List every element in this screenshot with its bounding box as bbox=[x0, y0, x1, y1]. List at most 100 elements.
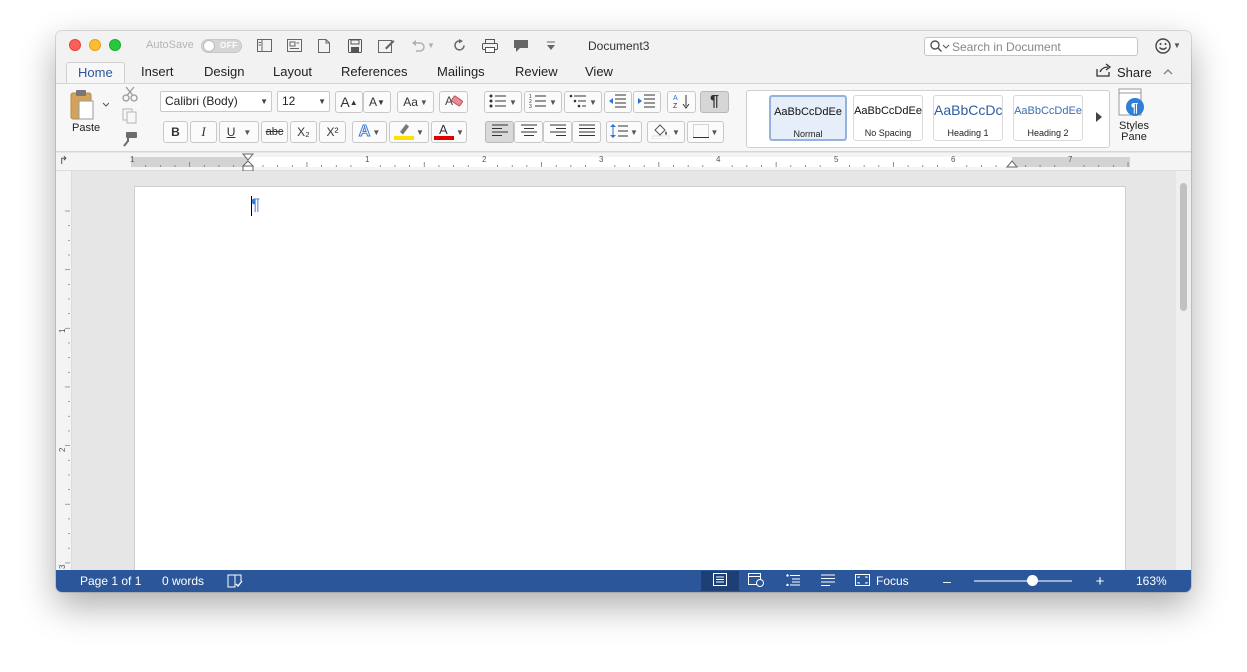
vertical-ruler-number: 1 bbox=[58, 328, 67, 333]
draft-view-button[interactable] bbox=[818, 573, 838, 589]
borders-button[interactable]: ▼ bbox=[687, 121, 724, 143]
customize-toolbar-icon[interactable] bbox=[544, 37, 558, 54]
document-page[interactable]: ¶ bbox=[134, 186, 1126, 576]
cut-icon[interactable] bbox=[122, 86, 138, 107]
web-layout-view-button[interactable] bbox=[746, 572, 766, 590]
search-box[interactable] bbox=[924, 37, 1138, 56]
format-painter-icon[interactable] bbox=[122, 131, 138, 152]
zoom-window-button[interactable] bbox=[109, 39, 121, 51]
style-no-spacing[interactable]: AaBbCcDdEe No Spacing bbox=[853, 95, 923, 141]
change-case-button[interactable]: Aa ▼ bbox=[397, 91, 434, 113]
increase-indent-button[interactable] bbox=[633, 91, 661, 113]
sidebar-icon[interactable] bbox=[255, 37, 273, 54]
sort-button[interactable]: AZ bbox=[667, 91, 696, 113]
strikethrough-button[interactable]: abc bbox=[261, 121, 288, 143]
align-center-button[interactable] bbox=[514, 121, 543, 143]
styles-pane-button[interactable]: ¶ Styles Pane bbox=[1116, 88, 1149, 148]
font-size-select[interactable]: 12 ▼ bbox=[277, 91, 330, 112]
comment-icon[interactable] bbox=[512, 37, 530, 54]
zoom-out-button[interactable]: – bbox=[940, 573, 954, 589]
align-left-button[interactable] bbox=[485, 121, 514, 143]
horizontal-ruler[interactable]: ↱ 1 1 2 3 4 5 6 7 bbox=[56, 153, 1191, 171]
templates-icon[interactable] bbox=[285, 37, 303, 54]
zoom-slider-knob[interactable] bbox=[1027, 575, 1039, 586]
focus-mode-button[interactable]: Focus bbox=[855, 573, 915, 589]
copy-icon[interactable] bbox=[122, 108, 138, 129]
new-document-icon[interactable] bbox=[316, 37, 332, 54]
numbering-button[interactable]: 1 2 3 ▼ bbox=[524, 91, 562, 113]
search-input[interactable] bbox=[952, 40, 1132, 54]
tab-review[interactable]: Review bbox=[515, 62, 558, 83]
edit-document-icon[interactable] bbox=[377, 37, 395, 54]
font-name-select[interactable]: Calibri (Body) ▼ bbox=[160, 91, 272, 112]
align-right-button[interactable] bbox=[543, 121, 572, 143]
eraser-icon: A bbox=[445, 93, 463, 112]
clear-formatting-button[interactable]: A bbox=[439, 91, 468, 113]
shrink-font-button[interactable]: A ▼ bbox=[363, 91, 391, 113]
style-name: Heading 1 bbox=[947, 128, 989, 138]
style-heading-1[interactable]: AaBbCcDc Heading 1 bbox=[933, 95, 1003, 141]
grow-font-button[interactable]: A ▲ bbox=[335, 91, 363, 113]
text-effects-button[interactable]: A ▼ bbox=[352, 121, 387, 143]
vertical-scrollbar[interactable] bbox=[1176, 171, 1191, 570]
show-formatting-marks-button[interactable]: ¶ bbox=[700, 91, 729, 113]
print-layout-view-button[interactable] bbox=[701, 571, 739, 591]
tab-mailings[interactable]: Mailings bbox=[437, 62, 485, 83]
bold-button[interactable]: B bbox=[163, 121, 188, 143]
align-center-icon bbox=[520, 124, 537, 140]
proofing-icon[interactable] bbox=[226, 573, 244, 589]
scrollbar-thumb[interactable] bbox=[1180, 183, 1187, 311]
underline-button[interactable]: U ▼ bbox=[219, 121, 259, 143]
save-icon[interactable] bbox=[347, 37, 363, 54]
italic-label: I bbox=[201, 124, 206, 139]
outline-view-button[interactable] bbox=[783, 573, 803, 589]
share-button[interactable]: Share bbox=[1096, 63, 1152, 82]
line-spacing-button[interactable]: ▼ bbox=[606, 121, 642, 143]
ribbon-tabs: Home Insert Design Layout References Mai… bbox=[56, 60, 1191, 83]
tab-home[interactable]: Home bbox=[66, 62, 125, 83]
ruler-number: 1 bbox=[365, 155, 370, 164]
tab-design[interactable]: Design bbox=[204, 62, 244, 83]
undo-button[interactable]: ▼ bbox=[408, 37, 438, 54]
word-count[interactable]: 0 words bbox=[162, 574, 204, 588]
page-count[interactable]: Page 1 of 1 bbox=[80, 574, 141, 588]
justify-button[interactable] bbox=[572, 121, 601, 143]
redo-icon[interactable] bbox=[452, 37, 468, 54]
paste-button[interactable]: Paste bbox=[68, 88, 112, 134]
shading-button[interactable]: ▼ bbox=[647, 121, 685, 143]
italic-button[interactable]: I bbox=[190, 121, 217, 143]
close-window-button[interactable] bbox=[69, 39, 81, 51]
print-icon[interactable] bbox=[481, 37, 499, 54]
style-normal[interactable]: AaBbCcDdEe Normal bbox=[769, 95, 847, 141]
svg-text:¶: ¶ bbox=[1131, 100, 1138, 115]
bullets-button[interactable]: ▼ bbox=[484, 91, 522, 113]
zoom-in-button[interactable]: + bbox=[1093, 573, 1107, 590]
styles-more-arrow-icon[interactable] bbox=[1095, 110, 1103, 128]
web-layout-icon bbox=[748, 572, 764, 590]
search-icon bbox=[930, 40, 950, 58]
tab-layout[interactable]: Layout bbox=[273, 62, 312, 83]
superscript-button[interactable]: X² bbox=[319, 121, 346, 143]
style-heading-2[interactable]: AaBbCcDdEe Heading 2 bbox=[1013, 95, 1083, 141]
svg-text:A: A bbox=[673, 95, 678, 102]
tab-references[interactable]: References bbox=[341, 62, 407, 83]
tab-insert[interactable]: Insert bbox=[141, 62, 174, 83]
draft-icon bbox=[821, 574, 835, 589]
increase-indent-icon bbox=[638, 94, 656, 111]
tab-view[interactable]: View bbox=[585, 62, 613, 83]
highlight-color-button[interactable]: ▼ bbox=[389, 121, 429, 143]
minimize-window-button[interactable] bbox=[89, 39, 101, 51]
zoom-slider[interactable] bbox=[974, 575, 1072, 586]
feedback-smiley-icon[interactable]: ▼ bbox=[1153, 37, 1183, 54]
collapse-ribbon-icon[interactable] bbox=[1162, 64, 1174, 82]
decrease-indent-button[interactable] bbox=[604, 91, 632, 113]
autosave-toggle[interactable]: OFF bbox=[201, 39, 242, 53]
subscript-button[interactable]: X₂ bbox=[290, 121, 317, 143]
vertical-ruler[interactable]: 1 2 3 bbox=[56, 171, 72, 592]
svg-text:3: 3 bbox=[529, 104, 532, 108]
multilevel-list-button[interactable]: ▼ bbox=[564, 91, 602, 113]
paragraph-mark: ¶ bbox=[251, 195, 261, 214]
superscript-label: X² bbox=[326, 125, 339, 139]
font-color-button[interactable]: A ▼ bbox=[431, 121, 467, 143]
zoom-level[interactable]: 163% bbox=[1136, 574, 1167, 588]
